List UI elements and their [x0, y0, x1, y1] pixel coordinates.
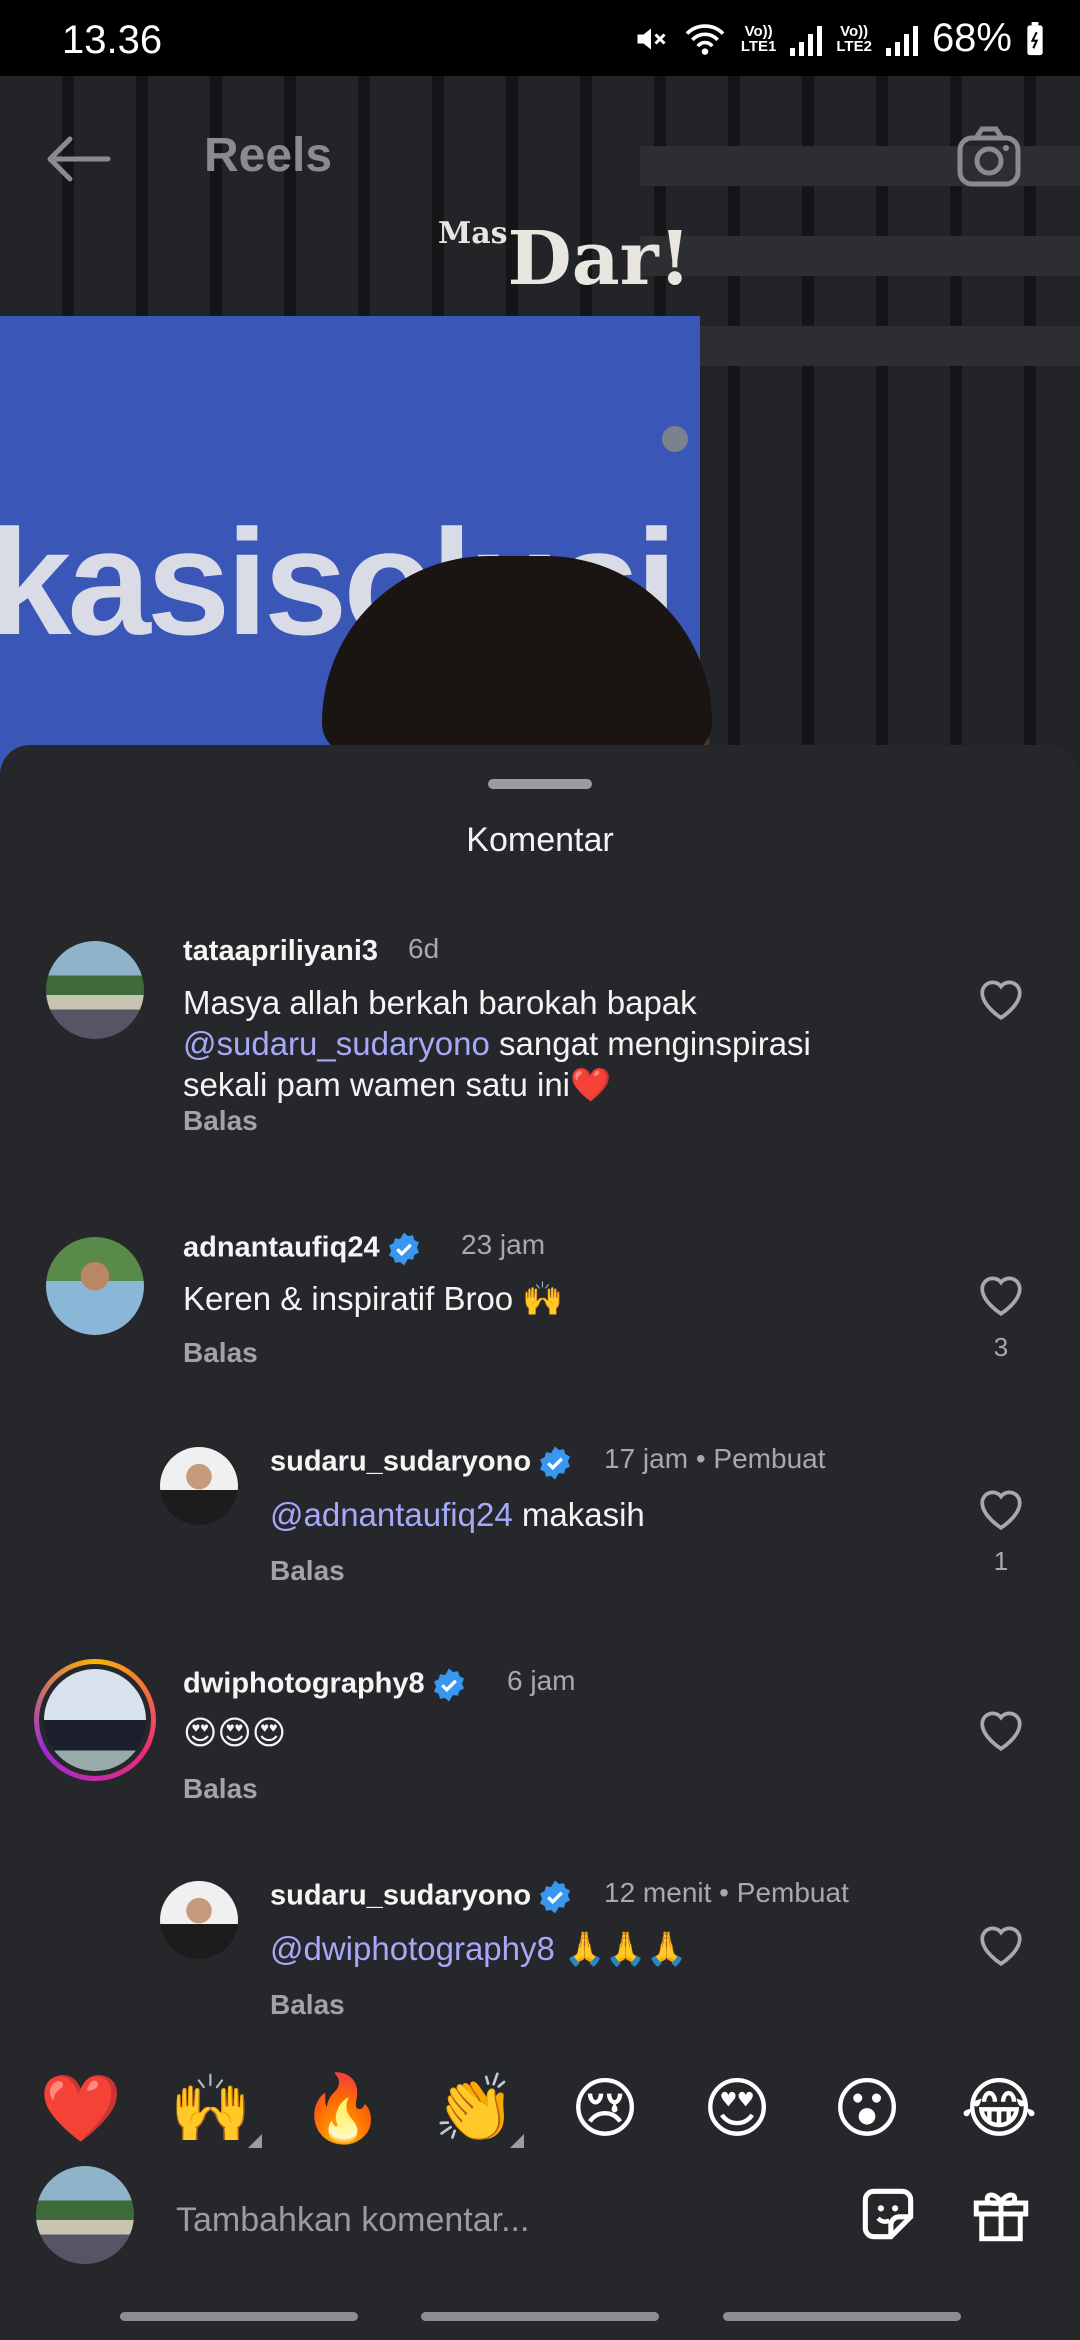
- signal-icon: [885, 22, 918, 56]
- status-icons: Vo)) LTE1 Vo)) LTE2 68%: [633, 16, 1044, 61]
- top-navigation: Reels: [0, 76, 1080, 226]
- heart-icon[interactable]: [976, 1272, 1026, 1318]
- comment-time: 23 jam: [461, 1229, 546, 1260]
- sim1-label: Vo)) LTE1: [740, 22, 777, 55]
- emoji-surprised[interactable]: 😮: [822, 2064, 912, 2154]
- wifi-icon: [685, 23, 725, 55]
- camera-icon[interactable]: [956, 124, 1022, 190]
- sim2-label: Vo)) LTE2: [836, 22, 872, 55]
- like-count: 1: [993, 1546, 1009, 1576]
- comment-username[interactable]: sudaru_sudaryono: [270, 1879, 573, 1915]
- verified-badge-icon: [388, 1232, 419, 1266]
- reply-button[interactable]: Balas: [183, 1105, 258, 1137]
- video-watermark: MasDar!: [438, 216, 692, 302]
- avatar[interactable]: [160, 1447, 238, 1525]
- like-count: 3: [993, 1332, 1009, 1362]
- comment-text: Keren & inspiratif Broo 🙌: [183, 1280, 564, 1317]
- heart-icon[interactable]: [976, 976, 1026, 1022]
- verified-badge-icon: [540, 1446, 571, 1480]
- reply-button[interactable]: Balas: [183, 1337, 258, 1369]
- sheet-drag-handle[interactable]: [488, 779, 592, 789]
- sheet-title: Komentar: [466, 821, 614, 859]
- gift-icon[interactable]: [968, 2180, 1034, 2248]
- sticker-icon[interactable]: [854, 2180, 922, 2248]
- creator-label: Pembuat: [736, 1877, 849, 1908]
- mention-link[interactable]: @adnantaufiq24: [270, 1496, 513, 1533]
- verified-badge-icon: [540, 1880, 571, 1914]
- reply-button[interactable]: Balas: [270, 1989, 345, 2021]
- comment-time: 6d: [408, 933, 440, 964]
- comment-time: 17 jam • Pembuat: [604, 1443, 826, 1474]
- mute-icon: [637, 28, 666, 49]
- emoji-heart[interactable]: ❤️: [36, 2064, 126, 2154]
- mention-link[interactable]: @sudaru_sudaryono: [183, 1025, 490, 1062]
- signal-icon: [790, 22, 823, 56]
- back-arrow-icon[interactable]: [42, 134, 112, 184]
- nav-back-handle[interactable]: [723, 2312, 961, 2321]
- comment-username[interactable]: adnantaufiq24: [183, 1231, 422, 1267]
- status-bar: 13.36 Vo)) LTE1 Vo)) LTE2 68%: [0, 0, 1080, 76]
- skin-tone-caret-icon[interactable]: [510, 2134, 524, 2148]
- skin-tone-caret-icon[interactable]: [248, 2134, 262, 2148]
- creator-label: Pembuat: [713, 1443, 826, 1474]
- comment-username[interactable]: sudaru_sudaryono: [270, 1445, 573, 1481]
- story-ring[interactable]: [34, 1659, 156, 1781]
- heart-icon[interactable]: [976, 1922, 1026, 1968]
- heart-icon[interactable]: [976, 1486, 1026, 1532]
- mention-link[interactable]: @dwiphotography8: [270, 1930, 555, 1967]
- reply-button[interactable]: Balas: [270, 1555, 345, 1587]
- clock: 13.36: [62, 18, 163, 62]
- reply-button[interactable]: Balas: [183, 1773, 258, 1805]
- emoji-heart-eyes[interactable]: 😍: [692, 2064, 782, 2154]
- emoji-raising-hands[interactable]: 🙌: [166, 2064, 256, 2154]
- comment-time: 12 menit • Pembuat: [604, 1877, 849, 1908]
- battery-icon: [1027, 21, 1043, 55]
- emoji-clapping[interactable]: 👏: [430, 2064, 520, 2154]
- comment-time: 6 jam: [507, 1665, 576, 1696]
- emoji-fire[interactable]: 🔥: [298, 2064, 388, 2154]
- comment-text: @dwiphotography8 🙏🙏🙏: [270, 1930, 688, 1967]
- page-title: Reels: [204, 129, 333, 182]
- emoji-crying[interactable]: 😢: [560, 2064, 650, 2154]
- avatar[interactable]: [160, 1881, 238, 1959]
- avatar[interactable]: [44, 1669, 146, 1771]
- emoji-laughing[interactable]: 😂: [954, 2064, 1044, 2154]
- battery-percent: 68%: [931, 16, 1012, 60]
- comment-text: @adnantaufiq24 makasih: [270, 1496, 645, 1533]
- heart-icon[interactable]: [976, 1707, 1026, 1753]
- verified-badge-icon: [433, 1668, 464, 1702]
- comment-input[interactable]: [176, 2190, 816, 2250]
- comment-username[interactable]: tataapriliyani3: [183, 935, 378, 968]
- comment-text: Masya allah berkah barokah bapak @sudaru…: [183, 984, 811, 1103]
- nav-recent-handle[interactable]: [120, 2312, 358, 2321]
- quick-emoji-bar: [0, 2040, 1080, 2170]
- comment-text: 😍😍😍: [183, 1714, 287, 1751]
- nav-home-handle[interactable]: [421, 2312, 659, 2321]
- comment-username[interactable]: dwiphotography8: [183, 1667, 467, 1703]
- avatar[interactable]: [46, 941, 144, 1039]
- avatar[interactable]: [46, 1237, 144, 1335]
- current-user-avatar: [36, 2166, 134, 2264]
